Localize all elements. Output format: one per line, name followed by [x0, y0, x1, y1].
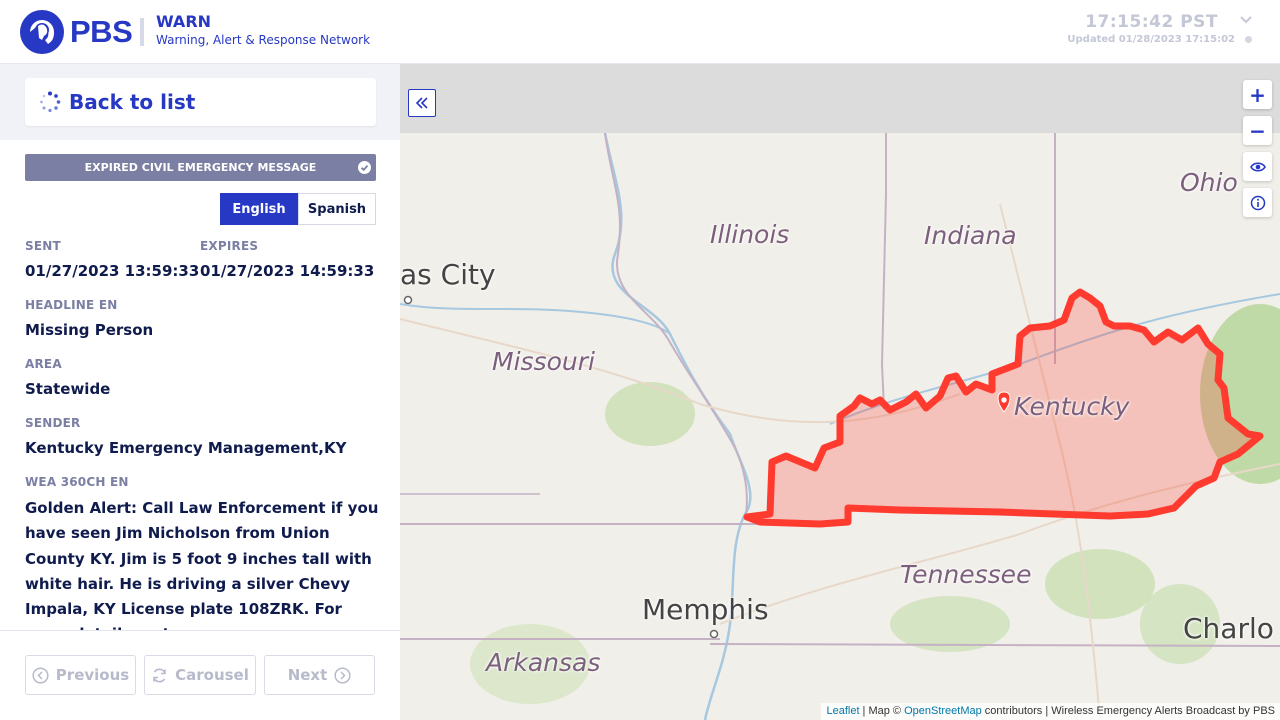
label-missouri: Missouri — [492, 347, 595, 376]
chevron-down-icon[interactable] — [1238, 12, 1254, 28]
label-arkansas: Arkansas — [486, 648, 601, 677]
chevron-right-circle-icon — [334, 666, 351, 684]
next-button[interactable]: Next — [264, 655, 375, 695]
zoom-out-button[interactable]: − — [1243, 116, 1272, 145]
pbs-logo[interactable]: PBS — [20, 10, 133, 54]
sidebar-footer: Previous Carousel Next — [0, 630, 400, 720]
sender-label: SENDER — [25, 416, 81, 430]
carousel-label: Carousel — [175, 666, 249, 684]
language-english-button[interactable]: English — [220, 193, 298, 225]
back-area: Back to list — [0, 64, 400, 140]
headline-value: Missing Person — [25, 321, 154, 339]
osm-link[interactable]: OpenStreetMap — [904, 705, 982, 717]
zoom-in-button[interactable]: + — [1243, 80, 1272, 109]
brand-divider — [140, 18, 144, 46]
eye-icon — [1249, 161, 1266, 172]
status-dot — [1245, 36, 1252, 43]
label-kentucky: Kentucky — [1014, 392, 1130, 421]
area-value: Statewide — [25, 380, 111, 398]
label-illinois: Illinois — [710, 220, 790, 249]
label-indiana: Indiana — [924, 221, 1017, 250]
next-label: Next — [287, 666, 328, 684]
sidebar: Back to list EXPIRED CIVIL EMERGENCY MES… — [0, 64, 400, 720]
back-label: Back to list — [69, 90, 196, 114]
previous-label: Previous — [55, 666, 130, 684]
check-circle-icon — [358, 161, 371, 174]
clock: 17:15:42 PST — [1085, 12, 1218, 32]
expires-value: 01/27/2023 14:59:33 — [200, 262, 375, 280]
label-charlotte: Charlo — [1183, 612, 1274, 645]
map-view[interactable]: Illinois Indiana Ohio Missouri Kentucky … — [400, 64, 1280, 720]
app-title: WARN — [156, 12, 212, 31]
back-to-list-button[interactable]: Back to list — [25, 78, 376, 126]
label-ohio: Ohio — [1180, 168, 1238, 197]
language-spanish-button[interactable]: Spanish — [298, 193, 376, 225]
loading-spinner-icon — [40, 91, 61, 113]
info-icon — [1250, 195, 1265, 210]
map-attribution: Leaflet | Map © OpenStreetMap contributo… — [821, 703, 1280, 720]
logo-text: PBS — [70, 14, 133, 49]
refresh-icon — [153, 668, 166, 682]
attribution-map-prefix: | Map © — [859, 705, 905, 717]
chevron-left-circle-icon — [32, 666, 49, 684]
wea-message: Golden Alert: Call Law Enforcement if yo… — [25, 499, 379, 632]
wea-label: WEA 360CH EN — [25, 475, 129, 489]
app-header: PBS WARN Warning, Alert & Response Netwo… — [0, 0, 1280, 64]
collapse-sidebar-button[interactable] — [408, 89, 436, 117]
label-memphis: Memphis — [642, 593, 769, 626]
carousel-button[interactable]: Carousel — [144, 655, 256, 695]
headline-label: HEADLINE EN — [25, 298, 118, 312]
expires-label: EXPIRES — [200, 239, 259, 253]
area-label: AREA — [25, 357, 62, 371]
sent-value: 01/27/2023 13:59:33 — [25, 262, 200, 280]
previous-button[interactable]: Previous — [25, 655, 136, 695]
double-chevron-left-icon — [415, 97, 428, 109]
status-badge: EXPIRED CIVIL EMERGENCY MESSAGE — [25, 154, 376, 181]
label-tennessee: Tennessee — [900, 560, 1032, 589]
updated-timestamp: Updated 01/28/2023 17:15:02 — [1067, 34, 1235, 45]
sent-label: SENT — [25, 239, 61, 253]
sender-value: Kentucky Emergency Management,KY — [25, 439, 347, 457]
app-subtitle: Warning, Alert & Response Network — [156, 33, 371, 47]
visibility-button[interactable] — [1243, 152, 1272, 181]
attribution-suffix: contributors | Wireless Emergency Alerts… — [981, 705, 1275, 717]
map-base-layer — [400, 132, 1280, 720]
pbs-head-icon — [20, 10, 64, 54]
language-toggle: English Spanish — [220, 193, 376, 225]
info-button[interactable] — [1243, 188, 1272, 217]
label-kansas-city: as City — [400, 258, 496, 291]
leaflet-link[interactable]: Leaflet — [826, 705, 859, 717]
status-text: EXPIRED CIVIL EMERGENCY MESSAGE — [84, 161, 317, 174]
